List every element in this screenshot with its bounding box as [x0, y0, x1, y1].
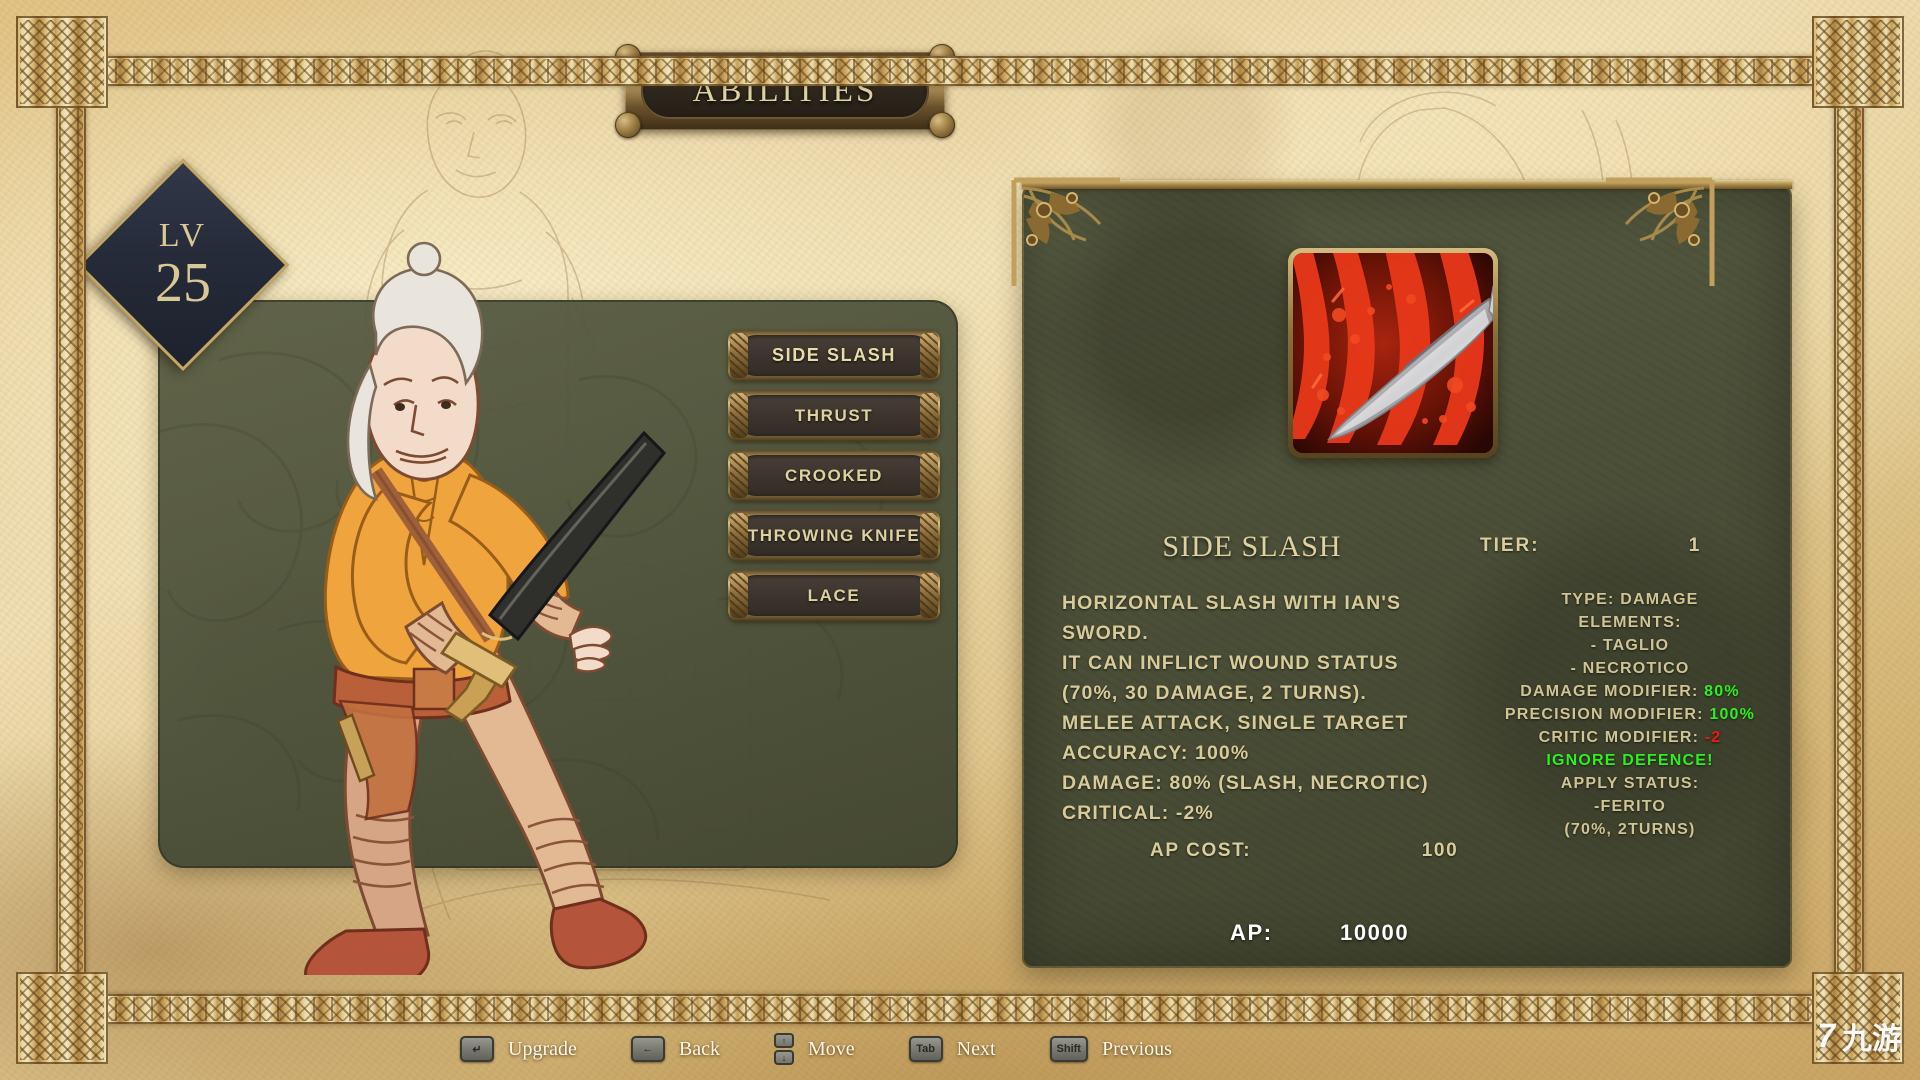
border-top: [58, 56, 1862, 86]
stat-line: TYPE: DAMAGE: [1561, 591, 1699, 608]
hotkey-label: Back: [678, 1037, 720, 1060]
ability-button-label: THRUST: [794, 405, 874, 425]
ap-cost-label: AP COST:: [1150, 840, 1252, 861]
description-line: IT CAN INFLICT WOUND STATUS: [1062, 652, 1399, 674]
shift-key[interactable]: Shift: [1049, 1036, 1088, 1062]
ability-button-cap-right: [920, 333, 938, 378]
down-arrow-key[interactable]: ↓: [773, 1050, 794, 1065]
plaque-ornament-top-left: [615, 44, 641, 70]
hotkey-bar: ↵ Upgrade ← Back ↑ ↓ Move Tab Next Shift Previous: [60, 1026, 1860, 1072]
border-corner-top-right: [1812, 16, 1904, 108]
stat-value: 80%: [1704, 683, 1740, 700]
ability-button-throwing-knife[interactable]: THROWING KNIFE: [728, 510, 940, 561]
updown-arrow-keys[interactable]: ↑ ↓: [773, 1032, 794, 1066]
page-title-plaque: ABILITIES: [615, 44, 955, 138]
stat-line: ELEMENTS:: [1578, 614, 1682, 631]
enter-key[interactable]: ↵: [460, 1036, 494, 1062]
stat-line: DAMAGE MODIFIER: 80%: [1470, 680, 1790, 703]
description-line: (70%, 30 DAMAGE, 2 TURNS).: [1062, 682, 1367, 704]
stat-line: APPLY STATUS:: [1560, 775, 1700, 792]
ability-button-thrust[interactable]: THRUST: [728, 390, 940, 441]
border-corner-top-left: [16, 16, 108, 108]
plaque-ornament-bottom-left: [615, 112, 641, 138]
stat-line: (70%, 2TURNS): [1564, 821, 1696, 838]
tier-value: 1: [1688, 535, 1702, 556]
site-watermark: 7 九游: [1814, 1014, 1902, 1058]
stat-line: IGNORE DEFENCE!: [1546, 752, 1714, 769]
hotkey-label: Upgrade: [508, 1037, 577, 1060]
ability-button-cap-left: [730, 513, 748, 558]
hotkey-group: ↵ Upgrade: [460, 1036, 577, 1062]
stat-line: - NECROTICO: [1570, 660, 1690, 677]
ability-button-cap-right: [920, 573, 938, 618]
level-value: 25: [155, 252, 211, 314]
border-left: [56, 58, 86, 1022]
ap-cost-value: 100: [1421, 840, 1459, 861]
ability-button-crooked[interactable]: CROOKED: [728, 450, 940, 501]
stat-line: PRECISION MODIFIER: 100%: [1470, 703, 1790, 726]
ap-label: AP:: [1230, 920, 1273, 945]
plaque-ornament-bottom-right: [929, 112, 955, 138]
left-arrow-key[interactable]: ←: [630, 1036, 665, 1062]
description-line: SWORD.: [1062, 622, 1149, 644]
description-line: CRITICAL: -2%: [1062, 802, 1214, 824]
ability-button-cap-right: [920, 453, 938, 498]
ability-button-cap-right: [920, 513, 938, 558]
ap-value: 10000: [1340, 920, 1410, 945]
stat-label: CRITIC MODIFIER:: [1538, 729, 1705, 746]
ability-stats: TYPE: DAMAGE ELEMENTS: - TAGLIO - NECROTICO…: [1470, 588, 1790, 841]
stat-label: PRECISION MODIFIER:: [1504, 706, 1710, 723]
hotkey-label: Move: [807, 1037, 855, 1060]
ability-description: HORIZONTAL SLASH WITH IAN'S SWORD. IT CAN …: [1062, 588, 1492, 828]
up-arrow-key[interactable]: ↑: [773, 1033, 794, 1048]
stat-value: 100%: [1709, 706, 1756, 723]
description-line: MELEE ATTACK, SINGLE TARGET: [1062, 712, 1409, 734]
ability-button-cap-right: [920, 393, 938, 438]
level-label: LV: [158, 217, 208, 254]
ability-button-side-slash[interactable]: SIDE SLASH: [728, 330, 940, 381]
hotkey-group: ↑ ↓ Move: [773, 1032, 855, 1066]
stat-label: DAMAGE MODIFIER:: [1520, 683, 1705, 700]
hotkey-group: Shift Previous: [1049, 1036, 1172, 1062]
tier-label: TIER:: [1480, 535, 1540, 556]
stat-line: CRITIC MODIFIER: -2: [1470, 726, 1790, 749]
ability-list[interactable]: SIDE SLASH THRUST CROOKED THROWING KNIFE LAC…: [728, 330, 940, 621]
ability-button-label: THROWING KNIFE: [747, 525, 921, 545]
ability-name: SIDE SLASH: [1162, 530, 1342, 563]
description-line: DAMAGE: 80% (SLASH, NECROTIC): [1062, 772, 1429, 794]
game-screen: LV 25 ABILITIES SIDE SLASH THRUST CROOKED T…: [0, 0, 1920, 1080]
ability-button-cap-left: [730, 573, 748, 618]
ability-button-label: LACE: [807, 585, 861, 605]
hotkey-group: ← Back: [630, 1036, 720, 1062]
ability-button-cap-left: [730, 453, 748, 498]
hotkey-group: Tab Next: [908, 1036, 996, 1062]
plaque-ornament-top-right: [929, 44, 955, 70]
level-badge: LV 25: [76, 158, 290, 372]
ability-button-lace[interactable]: LACE: [728, 570, 940, 621]
tab-key[interactable]: Tab: [908, 1036, 943, 1062]
bloody-knife-icon: [1293, 253, 1493, 453]
hotkey-label: Next: [956, 1037, 996, 1060]
border-bottom: [58, 994, 1862, 1024]
ap-cost-row: AP COST: 100: [1150, 840, 1570, 862]
border-right: [1834, 58, 1864, 1022]
stat-line: - TAGLIO: [1590, 637, 1670, 654]
ap-row: AP: 10000: [1230, 920, 1650, 946]
description-line: ACCURACY: 100%: [1062, 742, 1250, 764]
detail-panel-top-bar: [1022, 180, 1792, 189]
stat-value: -2: [1704, 729, 1722, 746]
stat-line: -FERITO: [1593, 798, 1667, 815]
tier-row: TIER: 1: [1480, 535, 1780, 557]
ability-button-label: CROOKED: [784, 465, 884, 485]
description-line: HORIZONTAL SLASH WITH IAN'S: [1062, 592, 1402, 614]
hotkey-label: Previous: [1101, 1037, 1172, 1060]
ability-button-cap-left: [730, 333, 748, 378]
ability-icon-frame: [1288, 248, 1498, 458]
watermark-mark: 7: [1814, 1016, 1839, 1055]
page-title: ABILITIES: [692, 72, 878, 109]
watermark-text: 九游: [1842, 1023, 1902, 1056]
ability-button-label: SIDE SLASH: [771, 345, 897, 365]
ability-button-cap-left: [730, 393, 748, 438]
